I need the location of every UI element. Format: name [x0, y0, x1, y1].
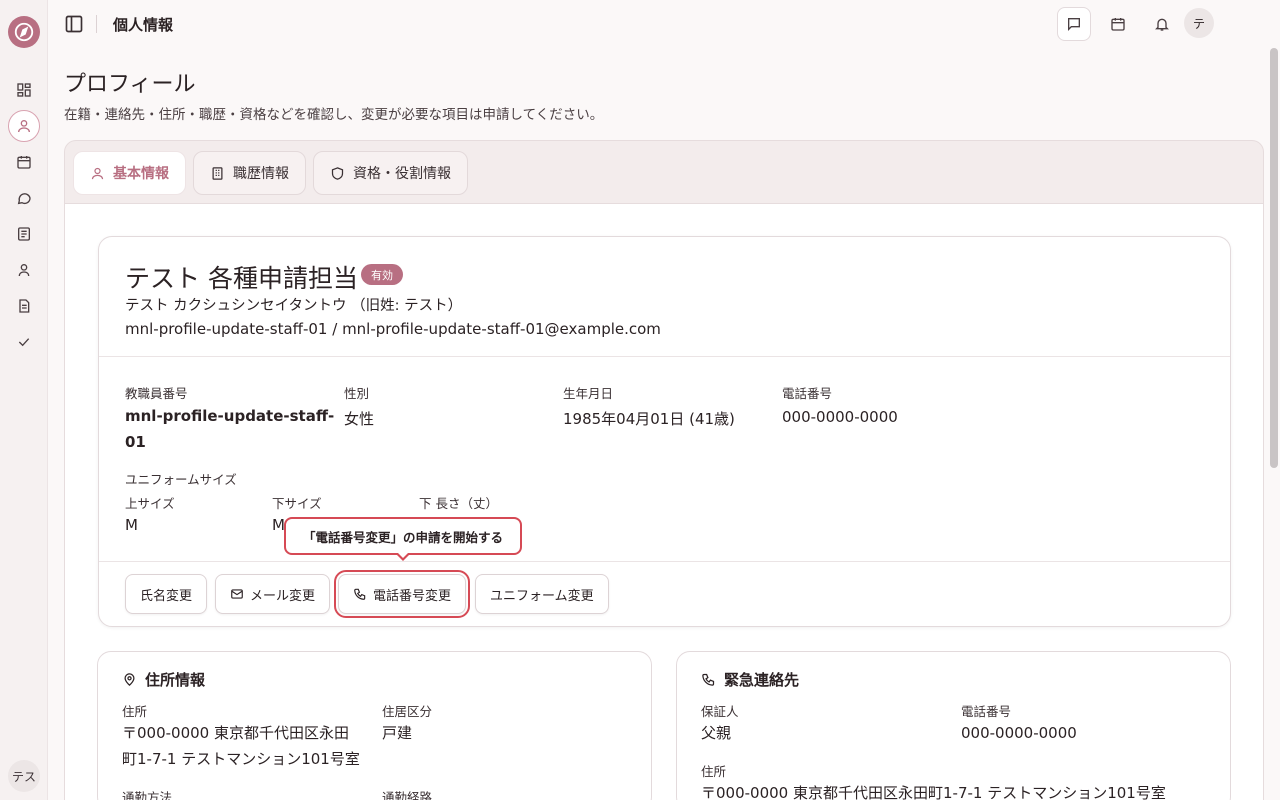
- map-pin-icon: [124, 673, 135, 686]
- bottom-size-label: 下サイズ: [272, 496, 322, 511]
- residence-value: 戸建: [382, 724, 413, 742]
- sidebar-avatar[interactable]: テス: [8, 760, 40, 792]
- guarantor-label: 保証人: [701, 704, 739, 719]
- check-icon[interactable]: [12, 330, 36, 354]
- length-label: 下 長さ（丈）: [419, 496, 498, 511]
- name-change-button[interactable]: 氏名変更: [125, 574, 208, 614]
- message-icon[interactable]: [1057, 7, 1091, 41]
- tab-qualification-info[interactable]: 資格・役割情報: [313, 151, 468, 195]
- sidebar-toggle-icon[interactable]: [64, 14, 84, 34]
- top-bar: 個人情報: [48, 0, 1280, 48]
- phone-icon: [702, 673, 715, 686]
- app-logo[interactable]: [8, 16, 40, 48]
- button-label: メール変更: [250, 588, 316, 604]
- user-icon[interactable]: [8, 110, 40, 142]
- emergency-address-label: 住所: [701, 764, 727, 779]
- button-label: 電話番号変更: [373, 588, 452, 604]
- staff-no-label: 教職員番号: [125, 386, 188, 401]
- calendar-icon[interactable]: [12, 150, 36, 174]
- button-label: 氏名変更: [140, 588, 193, 604]
- gender-label: 性別: [344, 386, 370, 401]
- page-title: プロフィール: [64, 72, 196, 97]
- emergency-card-title: 緊急連絡先: [701, 669, 799, 690]
- header-divider: [96, 15, 97, 33]
- phone-icon: [354, 588, 366, 600]
- user-avatar[interactable]: テ: [1184, 8, 1214, 38]
- shield-icon: [331, 166, 344, 180]
- profile-name: テスト 各種申請担当: [125, 264, 358, 293]
- card-title-text: 住所情報: [145, 671, 206, 689]
- tab-label: 基本情報: [113, 166, 169, 182]
- header-title: 個人情報: [113, 16, 174, 34]
- dashboard-icon[interactable]: [12, 78, 36, 102]
- tooltip-arrow-inner: [398, 553, 408, 558]
- uniform-label: ユニフォームサイズ: [125, 472, 237, 487]
- button-label: ユニフォーム変更: [490, 588, 594, 604]
- scrollbar-thumb[interactable]: [1270, 48, 1278, 468]
- residence-label: 住居区分: [382, 704, 433, 719]
- profile-card: テスト 各種申請担当 有効 テスト カクシュシンセイタントウ （旧姓: テスト）…: [98, 236, 1231, 627]
- tab-label: 資格・役割情報: [353, 166, 451, 182]
- building-icon: [212, 166, 223, 180]
- profile-ids: mnl-profile-update-staff-01 / mnl-profil…: [125, 320, 661, 338]
- status-badge: 有効: [361, 264, 403, 285]
- emergency-phone-value: 000-0000-0000: [961, 724, 1077, 742]
- chat-icon[interactable]: [12, 186, 36, 210]
- tab-career-info[interactable]: 職歴情報: [193, 151, 306, 195]
- person-icon[interactable]: [12, 258, 36, 282]
- calendar-icon[interactable]: [1102, 8, 1134, 40]
- document-icon[interactable]: [12, 294, 36, 318]
- tooltip: 「電話番号変更」の申請を開始する: [284, 517, 522, 555]
- address-card-title: 住所情報: [122, 669, 205, 690]
- book-icon[interactable]: [12, 222, 36, 246]
- address-label: 住所: [122, 704, 148, 719]
- profile-kana: テスト カクシュシンセイタントウ （旧姓: テスト）: [125, 298, 463, 314]
- card-title-text: 緊急連絡先: [724, 671, 800, 689]
- emergency-phone-label: 電話番号: [961, 704, 1012, 719]
- tab-basic-info[interactable]: 基本情報: [73, 151, 186, 195]
- staff-no-value: mnl-profile-update-staff-01: [125, 407, 335, 451]
- address-card: 住所情報 住所 〒000-0000 東京都千代田区永田町1-7-1 テストマンシ…: [97, 651, 652, 800]
- guarantor-value: 父親: [701, 724, 732, 742]
- user-icon: [91, 167, 104, 179]
- emergency-contact-card: 緊急連絡先 保証人 父親 電話番号 000-0000-0000 住所 〒000-…: [676, 651, 1231, 800]
- emergency-address-value: 〒000-0000 東京都千代田区永田町1-7-1 テストマンション101号室: [701, 784, 1166, 800]
- mail-change-button[interactable]: メール変更: [215, 574, 331, 614]
- top-size-label: 上サイズ: [125, 496, 175, 511]
- bottom-size-value: M: [272, 516, 285, 534]
- commute-label: 通勤方法: [122, 790, 173, 800]
- route-label: 通勤経路: [382, 790, 433, 800]
- address-value: 〒000-0000 東京都千代田区永田町1-7-1 テストマンション101号室: [122, 724, 360, 768]
- birthday-value: 1985年04月01日 (41歳): [563, 410, 735, 428]
- tab-label: 職歴情報: [233, 166, 289, 182]
- tab-bar: 基本情報 職歴情報 資格・役割情報: [64, 140, 1264, 204]
- phone-label: 電話番号: [782, 386, 833, 401]
- divider: [99, 561, 1230, 562]
- phone-value: 000-0000-0000: [782, 408, 898, 426]
- top-size-value: M: [125, 516, 138, 534]
- page-description: 在籍・連絡先・住所・職歴・資格などを確認し、変更が必要な項目は申請してください。: [64, 107, 604, 123]
- gender-value: 女性: [344, 410, 375, 428]
- mail-icon: [231, 589, 243, 599]
- bell-icon[interactable]: [1146, 8, 1178, 40]
- uniform-change-button[interactable]: ユニフォーム変更: [475, 574, 609, 614]
- phone-change-button[interactable]: 電話番号変更: [333, 570, 471, 618]
- divider: [99, 356, 1230, 357]
- sidebar: テス: [0, 0, 48, 800]
- birthday-label: 生年月日: [563, 386, 614, 401]
